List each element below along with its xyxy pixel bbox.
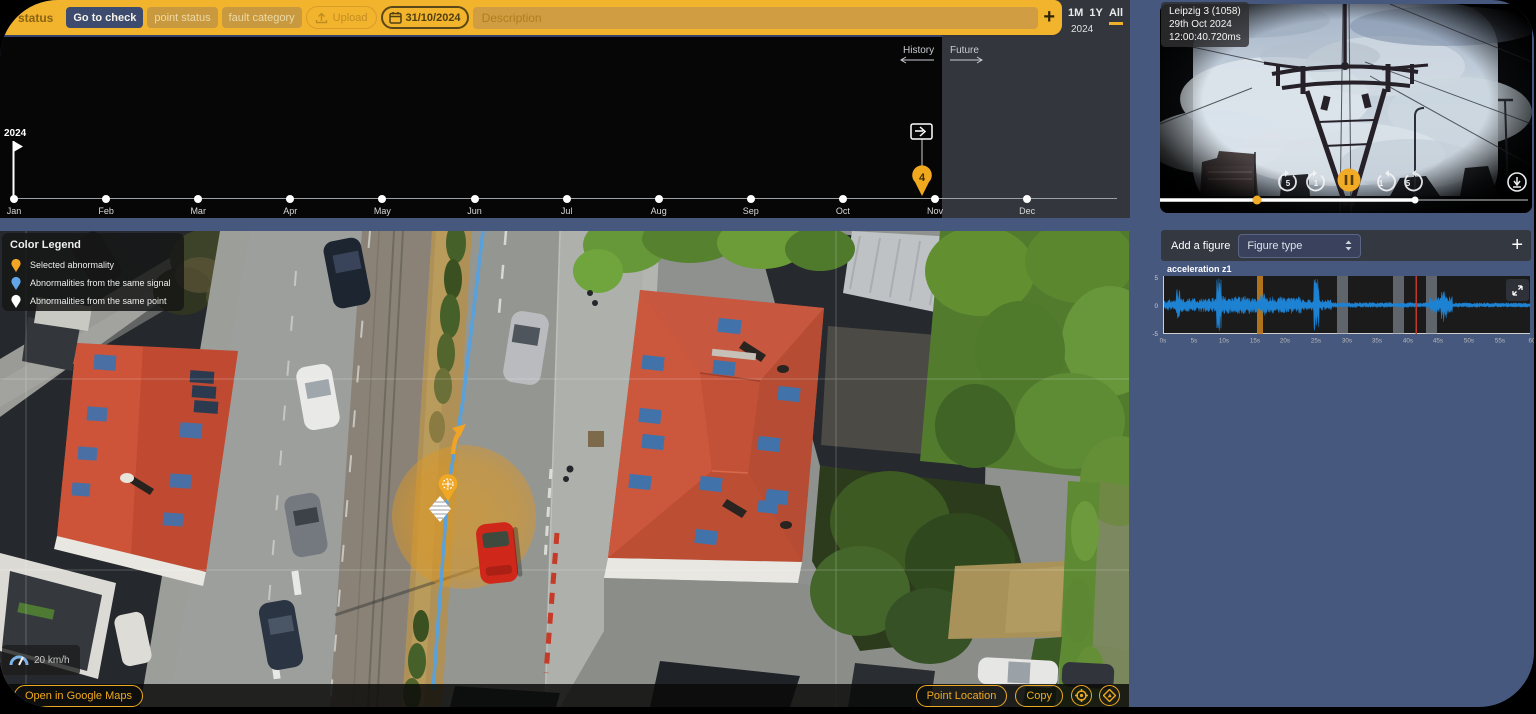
svg-text:5: 5 [1286,179,1291,188]
svg-text:1: 1 [1379,179,1384,188]
svg-text:1: 1 [1314,179,1319,188]
svg-text:4: 4 [919,172,926,184]
svg-text:5: 5 [1406,179,1411,188]
